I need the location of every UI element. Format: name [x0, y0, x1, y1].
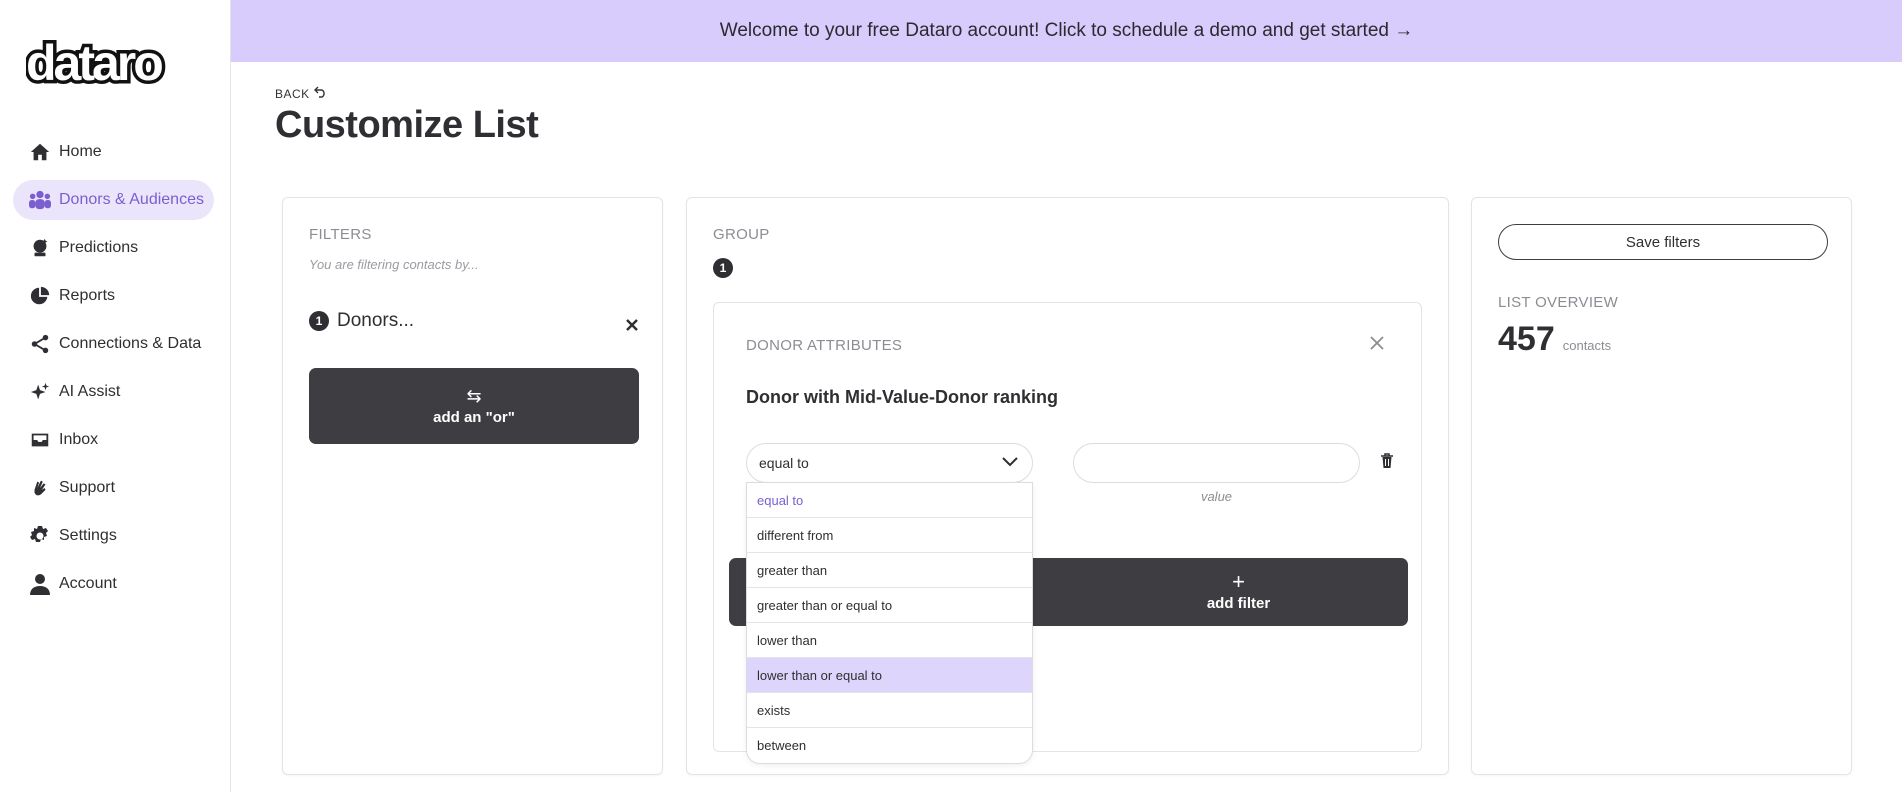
pie-chart-icon [27, 283, 53, 309]
chevron-down-icon [1002, 454, 1018, 472]
sidebar-item-label: Connections & Data [59, 335, 202, 352]
sidebar-item-label: Settings [59, 527, 117, 544]
value-caption: value [1200, 489, 1233, 504]
list-overview-panel: Save filters LIST OVERVIEW 457 contacts [1471, 197, 1852, 775]
filter-item[interactable]: 1 Donors... [309, 310, 414, 332]
crystal-ball-icon [27, 235, 53, 261]
close-card-button[interactable] [1369, 335, 1385, 356]
operator-selected-value: equal to [759, 455, 809, 471]
sidebar-item-label: AI Assist [59, 383, 121, 400]
svg-text:dataro: dataro [26, 40, 162, 90]
people-icon [27, 187, 53, 213]
add-or-label: add an "or" [433, 408, 515, 426]
filter-number-badge: 1 [309, 311, 329, 331]
list-overview-label: LIST OVERVIEW [1498, 294, 1619, 311]
gear-icon [27, 523, 53, 549]
sidebar-nav: Home Donors & Audiences Predictions Repo… [13, 132, 214, 612]
operator-select[interactable]: equal to [746, 443, 1033, 483]
group-label: GROUP [713, 226, 770, 243]
share-icon [27, 331, 53, 357]
sidebar-item-home[interactable]: Home [13, 132, 214, 172]
contact-count-number: 457 [1498, 320, 1555, 358]
sidebar-item-inbox[interactable]: Inbox [13, 420, 214, 460]
swap-arrows-icon: ⇆ [466, 385, 482, 406]
banner-text: Welcome to your free Dataro account! Cli… [719, 20, 1414, 41]
card-title: Donor with Mid-Value-Donor ranking [746, 387, 1058, 407]
sidebar-item-label: Support [59, 479, 116, 496]
sidebar-item-connections-data[interactable]: Connections & Data [13, 324, 214, 364]
operator-option-lower-than[interactable]: lower than [747, 623, 1032, 658]
demo-banner[interactable]: Welcome to your free Dataro account! Cli… [231, 0, 1902, 62]
close-icon [1369, 335, 1385, 356]
sidebar-item-label: Account [59, 575, 117, 592]
dataro-logo[interactable]: dataro dataro [23, 32, 200, 95]
sidebar-item-donors-audiences[interactable]: Donors & Audiences [13, 180, 214, 220]
remove-filter-button[interactable] [625, 318, 639, 337]
page-title: Customize List [275, 104, 539, 146]
sidebar-item-label: Reports [59, 287, 116, 304]
inbox-icon [27, 427, 53, 453]
operator-dropdown: equal to different from greater than gre… [746, 482, 1033, 764]
trash-icon [1380, 453, 1394, 473]
close-icon [625, 318, 639, 337]
sidebar-item-reports[interactable]: Reports [13, 276, 214, 316]
sidebar-item-support[interactable]: Support [13, 468, 214, 508]
contact-count: 457 contacts [1498, 320, 1611, 359]
save-filters-button[interactable]: Save filters [1498, 224, 1828, 260]
sidebar-item-label: Home [59, 143, 102, 160]
sidebar: dataro dataro Home Donors & Audiences Pr… [0, 0, 231, 792]
waving-hand-icon [27, 475, 53, 501]
sidebar-item-ai-assist[interactable]: AI Assist [13, 372, 214, 412]
back-link[interactable]: BACK [275, 86, 328, 101]
operator-option-greater-than-or-equal[interactable]: greater than or equal to [747, 588, 1032, 623]
card-label: DONOR ATTRIBUTES [746, 337, 903, 354]
back-label: BACK [275, 86, 310, 101]
value-input[interactable] [1073, 443, 1360, 483]
sidebar-item-settings[interactable]: Settings [13, 516, 214, 556]
sidebar-item-predictions[interactable]: Predictions [13, 228, 214, 268]
operator-option-between[interactable]: between [747, 728, 1032, 763]
sidebar-item-label: Inbox [59, 431, 99, 448]
group-number-badge: 1 [713, 258, 733, 278]
filters-label: FILTERS [309, 226, 372, 243]
filters-panel: FILTERS You are filtering contacts by...… [282, 197, 663, 775]
sparkle-icon [27, 379, 53, 405]
user-icon [27, 571, 53, 597]
sidebar-item-label: Donors & Audiences [59, 191, 204, 208]
contact-count-unit: contacts [1562, 338, 1612, 353]
sidebar-item-account[interactable]: Account [13, 564, 214, 604]
home-icon [27, 139, 53, 165]
add-or-button[interactable]: ⇆ add an "or" [309, 368, 639, 444]
filter-summary: Donors... [337, 310, 415, 331]
operator-option-different-from[interactable]: different from [747, 518, 1032, 553]
undo-arrow-icon [313, 86, 328, 101]
operator-option-lower-than-or-equal[interactable]: lower than or equal to [747, 658, 1032, 693]
operator-option-exists[interactable]: exists [747, 693, 1032, 728]
delete-condition-button[interactable] [1380, 453, 1394, 474]
sidebar-item-label: Predictions [59, 239, 139, 256]
operator-option-greater-than[interactable]: greater than [747, 553, 1032, 588]
operator-option-equal-to[interactable]: equal to [747, 483, 1032, 518]
filters-subtitle: You are filtering contacts by... [309, 257, 479, 272]
